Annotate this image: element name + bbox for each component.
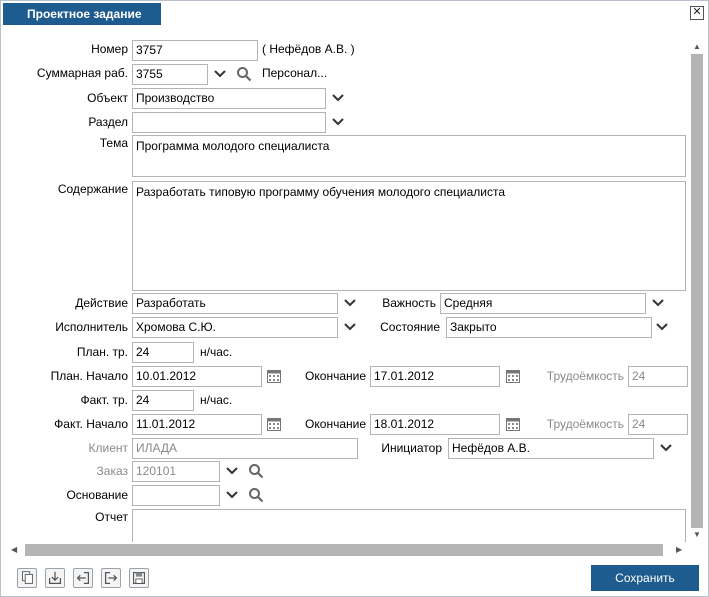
executor-chevron-down-icon[interactable] — [342, 319, 358, 335]
executor-label: Исполнитель — [55, 320, 128, 334]
close-button[interactable]: ✕ — [690, 6, 704, 20]
executor-input[interactable]: Хромова С.Ю. — [132, 317, 338, 338]
plan-hours-input[interactable]: 24 — [132, 342, 194, 363]
dialog-title-tab: Проектное задание — [3, 3, 161, 25]
plan-labor-label: Трудоёмкость — [546, 369, 624, 383]
basis-input[interactable] — [132, 485, 220, 506]
fact-labor-input: 24 — [628, 414, 688, 435]
back-icon[interactable] — [73, 568, 93, 588]
plan-end-calendar-icon[interactable] — [505, 368, 521, 384]
summary-search-icon[interactable] — [236, 66, 252, 82]
action-chevron-down-icon[interactable] — [342, 295, 358, 311]
initiator-chevron-down-icon[interactable] — [658, 440, 674, 456]
basis-chevron-down-icon[interactable] — [224, 487, 240, 503]
fact-start-input[interactable]: 11.01.2012 — [132, 414, 262, 435]
basis-search-icon[interactable] — [248, 487, 264, 503]
fact-end-label: Окончание — [305, 417, 366, 431]
report-textarea[interactable] — [132, 509, 686, 542]
fact-hours-label: Факт. тр. — [80, 393, 128, 407]
plan-hours-unit: н/час. — [200, 345, 233, 359]
basis-label: Основание — [66, 488, 128, 502]
save-button[interactable]: Сохранить — [591, 565, 699, 591]
state-input[interactable]: Закрыто — [446, 317, 652, 338]
scroll-right-arrow-icon[interactable]: ▶ — [676, 544, 686, 556]
plan-hours-label: План. тр. — [76, 345, 128, 359]
section-input[interactable] — [132, 112, 326, 133]
content-label: Содержание — [57, 182, 128, 196]
initiator-label: Инициатор — [381, 441, 442, 455]
order-input[interactable]: 120101 — [132, 461, 220, 482]
import-icon[interactable] — [45, 568, 65, 588]
importance-label: Важность — [382, 296, 436, 310]
object-input[interactable]: Производство — [132, 88, 326, 109]
forward-icon[interactable] — [101, 568, 121, 588]
scroll-down-arrow-icon[interactable]: ▼ — [690, 529, 704, 541]
fact-hours-input[interactable]: 24 — [132, 390, 194, 411]
nomer-input[interactable]: 3757 — [132, 40, 258, 61]
client-label: Клиент — [88, 441, 129, 455]
state-label: Состояние — [380, 320, 440, 334]
horizontal-scroll-thumb[interactable] — [25, 544, 663, 556]
plan-labor-input: 24 — [628, 366, 688, 387]
order-chevron-down-icon[interactable] — [224, 463, 240, 479]
state-chevron-down-icon[interactable] — [654, 319, 670, 335]
content-textarea[interactable]: Разработать типовую программу обучения м… — [132, 181, 686, 291]
nomer-label: Номер — [91, 42, 128, 56]
theme-label: Тема — [99, 136, 128, 150]
scroll-left-arrow-icon[interactable]: ◀ — [11, 544, 21, 556]
report-label: Отчет — [95, 510, 128, 524]
plan-end-input[interactable]: 17.01.2012 — [370, 366, 500, 387]
section-chevron-down-icon[interactable] — [330, 114, 346, 130]
order-search-icon[interactable] — [248, 463, 264, 479]
fact-hours-unit: н/час. — [200, 393, 233, 407]
action-label: Действие — [75, 296, 128, 310]
plan-start-input[interactable]: 10.01.2012 — [132, 366, 262, 387]
action-input[interactable]: Разработать — [132, 293, 338, 314]
client-input: ИЛАДА — [132, 438, 358, 459]
scroll-up-arrow-icon[interactable]: ▲ — [690, 41, 704, 53]
plan-start-calendar-icon[interactable] — [266, 368, 282, 384]
fact-start-label: Факт. Начало — [54, 417, 128, 431]
summary-dropdown-chevron-down-icon[interactable] — [212, 66, 228, 82]
fact-labor-label: Трудоёмкость — [546, 417, 624, 431]
fact-end-input[interactable]: 18.01.2012 — [370, 414, 500, 435]
author-text: ( Нефёдов А.В. ) — [262, 42, 355, 56]
importance-input[interactable]: Средняя — [440, 293, 646, 314]
object-label: Объект — [87, 91, 128, 105]
order-label: Заказ — [96, 464, 128, 478]
plan-end-label: Окончание — [305, 369, 366, 383]
fact-end-calendar-icon[interactable] — [505, 416, 521, 432]
save-disk-icon[interactable] — [129, 568, 149, 588]
section-label: Раздел — [88, 115, 128, 129]
personnel-link[interactable]: Персонал... — [262, 63, 327, 83]
initiator-input[interactable]: Нефёдов А.В. — [448, 438, 654, 459]
vertical-scroll-thumb[interactable] — [691, 54, 703, 528]
fact-start-calendar-icon[interactable] — [266, 416, 282, 432]
plan-start-label: План. Начало — [50, 369, 128, 383]
object-chevron-down-icon[interactable] — [330, 90, 346, 106]
theme-textarea[interactable]: Программа молодого специалиста — [132, 135, 686, 177]
copy-icon[interactable] — [17, 568, 37, 588]
summary-input[interactable]: 3755 — [132, 64, 208, 85]
summary-label: Суммарная раб. — [36, 66, 128, 80]
importance-chevron-down-icon[interactable] — [650, 295, 666, 311]
